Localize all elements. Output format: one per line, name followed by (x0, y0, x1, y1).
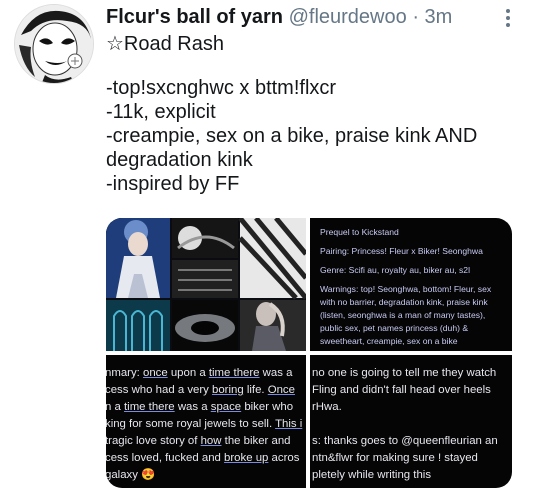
display-name[interactable]: Flcur's ball of yarn (106, 6, 283, 28)
prequel-note: Prequel to Kickstand (320, 227, 399, 237)
tweet[interactable]: Flcur's ball of yarn @fleurdewoo · 3m ☆R… (0, 0, 540, 489)
tweet-text-line: ☆Road Rash (106, 33, 224, 55)
moodboard-collage-image[interactable] (106, 218, 306, 351)
ack-line: pletely while writing this (312, 469, 432, 481)
ack-line: ntn&flwr for making sure ! stayed (312, 452, 478, 464)
ack-line: no one is going to tell me they watch (312, 367, 497, 379)
summary-panel[interactable]: nmary: once upon a time there was a cess… (106, 355, 306, 488)
separator-dot: · (412, 6, 419, 28)
tweet-text-line: degradation kink (106, 149, 253, 171)
story-notes: Prequel to Kickstand Pairing: Princess! … (320, 226, 506, 348)
summary-line: n a time there was a space biker who (106, 401, 294, 413)
timestamp[interactable]: 3m (425, 6, 453, 28)
warnings-line: public sex, pet names princess (duh) & (320, 323, 469, 333)
handle[interactable]: @fleurdewoo (289, 6, 407, 28)
summary-line: cess who had a very boring life. Once (106, 384, 295, 396)
genre-note: Genre: Scifi au, royalty au, biker au, s… (320, 265, 470, 275)
summary-line: king for some royal jewels to sell. This… (106, 418, 303, 430)
summary-text: nmary: once upon a time there was a cess… (106, 365, 306, 484)
ack-line: rHwa. (312, 401, 342, 413)
acknowledgement-text: no one is going to tell me they watch Fl… (312, 365, 512, 484)
acknowledgement-panel[interactable]: no one is going to tell me they watch Fl… (310, 355, 512, 488)
tweet-text-line: -creampie, sex on a bike, praise kink AN… (106, 125, 478, 147)
tweet-text-line: -inspired by FF (106, 173, 240, 195)
more-vertical-icon[interactable] (498, 6, 518, 30)
media-grid: Prequel to Kickstand Pairing: Princess! … (106, 218, 512, 488)
tweet-text-line: -11k, explicit (106, 101, 216, 123)
summary-line: nmary: once upon a time there was a (106, 367, 293, 379)
avatar[interactable] (14, 4, 94, 84)
summary-line: tragic love story of how the biker and (106, 435, 291, 447)
tweet-header: Flcur's ball of yarn @fleurdewoo · 3m (106, 4, 452, 30)
summary-line: cess loved, fucked and broke up acros (106, 452, 300, 464)
warnings-line: Warnings: top! Seonghwa, bottom! Fleur, … (320, 284, 492, 294)
heart-eyes-emoji-icon: 😍 (141, 469, 156, 481)
warnings-line: (listen, seonghwa is a man of many taste… (320, 310, 486, 320)
story-notes-panel: Prequel to Kickstand Pairing: Princess! … (310, 218, 512, 351)
warnings-line: with no barrier, degradation kink, prais… (320, 297, 488, 307)
ack-line: Fling and didn't fall head over heels (312, 384, 491, 396)
tweet-text-line: -top!sxcnghwc x bttm!flxcr (106, 77, 337, 99)
ack-line: s: thanks goes to @queenfleurian an (312, 435, 498, 447)
warnings-line: sweetheart, creampie, sex on a bike (320, 336, 458, 346)
summary-line: galaxy 😍 (106, 469, 156, 481)
tweet-text: ☆Road Rash -top!sxcnghwc x bttm!flxcr -1… (106, 32, 526, 196)
pairing-note: Pairing: Princess! Fleur x Biker! Seongh… (320, 246, 483, 256)
